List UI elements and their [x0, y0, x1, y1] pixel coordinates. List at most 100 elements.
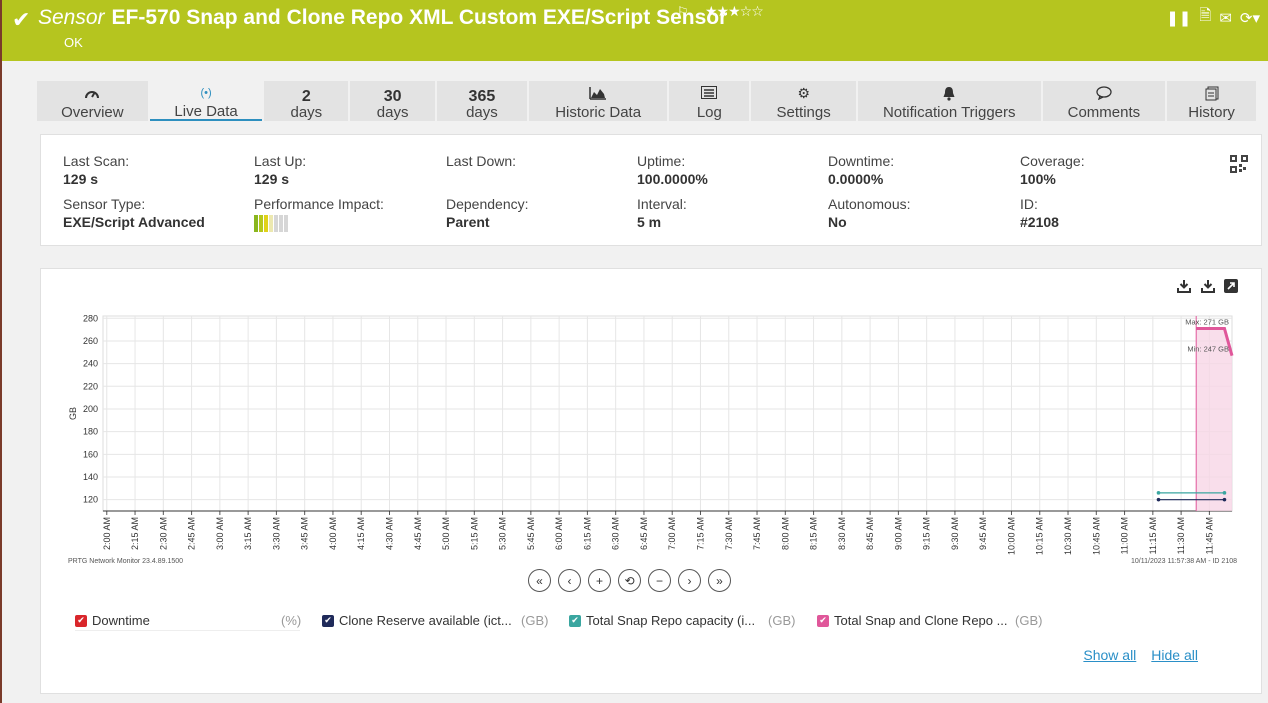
tab-bar: Overview (•) Live Data 2 days 30 days 36…	[37, 81, 1256, 121]
legend-item-snap-repo[interactable]: ✔ Total Snap Repo capacity (i...	[569, 613, 755, 628]
dependency-field: Dependency: Parent	[446, 196, 529, 230]
field-value[interactable]: #2108	[1020, 214, 1059, 230]
series-area-snap-clone-repo	[1196, 328, 1232, 511]
tab-comments[interactable]: Comments	[1042, 81, 1166, 121]
field-label: Last Down:	[446, 153, 517, 169]
impact-segment	[259, 215, 263, 232]
x-tick-label: 3:00 AM	[215, 517, 225, 550]
data-point	[1156, 491, 1161, 495]
field-label: Dependency:	[446, 196, 529, 212]
field-value: 100.0000%	[637, 171, 708, 187]
x-tick-label: 2:15 AM	[130, 517, 140, 550]
y-tick-label: 200	[83, 404, 98, 414]
legend-label: Total Snap and Clone Repo ...	[834, 613, 1008, 628]
tab-log[interactable]: Log	[669, 81, 750, 121]
tab-notification-triggers[interactable]: Notification Triggers	[857, 81, 1041, 121]
step-forward-button[interactable]: ›	[678, 569, 701, 592]
x-tick-label: 10:00 AM	[1006, 517, 1016, 555]
field-label: Last Up:	[254, 153, 307, 169]
field-label: Performance Impact:	[254, 196, 384, 212]
tab-historic-data[interactable]: Historic Data	[528, 81, 668, 121]
field-label: Downtime:	[828, 153, 895, 169]
reset-zoom-button[interactable]: ⟲	[618, 569, 641, 592]
performance-impact-bar	[254, 215, 384, 232]
x-tick-label: 6:45 AM	[639, 517, 649, 550]
comment-icon	[1043, 86, 1166, 102]
tab-live-data[interactable]: (•) Live Data	[149, 81, 263, 121]
qr-code-icon[interactable]	[1230, 155, 1248, 173]
legend-item-snap-clone-repo[interactable]: ✔ Total Snap and Clone Repo ...	[817, 613, 1007, 628]
x-tick-label: 7:15 AM	[695, 517, 705, 550]
tab-label: Comments	[1067, 104, 1141, 121]
x-tick-label: 9:45 AM	[978, 517, 988, 550]
gear-icon: ⚙	[797, 85, 810, 101]
x-tick-label: 8:45 AM	[865, 517, 875, 550]
last-down-field: Last Down:	[446, 153, 516, 171]
flag-icon[interactable]: ⚐	[677, 4, 689, 20]
x-tick-label: 9:00 AM	[893, 517, 903, 550]
legend-item-clone-reserve[interactable]: ✔ Clone Reserve available (ict...	[322, 613, 512, 628]
mail-icon[interactable]: ✉	[1219, 9, 1232, 27]
checkbox-checked-icon[interactable]: ✔	[569, 614, 581, 627]
field-value: 100%	[1020, 171, 1056, 187]
step-back-button[interactable]: ‹	[558, 569, 581, 592]
legend-item-downtime[interactable]: ✔ Downtime	[75, 613, 150, 628]
data-point	[1222, 491, 1227, 495]
y-tick-label: 260	[83, 336, 98, 346]
page-title: Sensor EF-570 Snap and Clone Repo XML Cus…	[38, 6, 727, 30]
priority-stars[interactable]: ★★★☆☆	[705, 3, 764, 20]
log-icon	[669, 86, 749, 101]
x-tick-label: 11:00 AM	[1120, 517, 1130, 554]
live-data-chart-panel: 120 140 160 180 200 220 240 260 280 GB 2:00 AM 2:15…	[40, 268, 1262, 694]
sensor-name[interactable]: EF-570 Snap and Clone Repo XML Custom EX…	[112, 6, 728, 29]
tab-2-days[interactable]: 2 days	[264, 81, 349, 121]
field-value: No	[828, 214, 847, 230]
x-tick-label: 6:30 AM	[611, 517, 621, 550]
field-value: 129 s	[254, 171, 290, 187]
zoom-out-button[interactable]: −	[648, 569, 671, 592]
checkbox-checked-icon[interactable]: ✔	[322, 614, 334, 627]
x-tick-label: 8:30 AM	[837, 517, 847, 550]
max-annotation: Max: 271 GB	[1185, 317, 1229, 326]
tab-30-days[interactable]: 30 days	[350, 81, 436, 121]
jump-start-button[interactable]: «	[528, 569, 551, 592]
tab-settings[interactable]: ⚙ Settings	[751, 81, 856, 121]
field-value: 5 m	[637, 214, 662, 230]
tab-history[interactable]: History	[1167, 81, 1256, 121]
hide-all-link[interactable]: Hide all	[1151, 647, 1198, 663]
x-tick-label: 11:30 AM	[1176, 517, 1186, 554]
y-tick-label: 120	[83, 495, 98, 505]
checkbox-checked-icon[interactable]: ✔	[817, 614, 829, 627]
field-label: ID:	[1020, 196, 1038, 212]
jump-end-button[interactable]: »	[708, 569, 731, 592]
y-tick-label: 240	[83, 359, 98, 369]
legend-label: Clone Reserve available (ict...	[339, 613, 512, 628]
add-document-icon[interactable]: 🗎	[1199, 5, 1211, 30]
tab-overview[interactable]: Overview	[37, 81, 148, 121]
bell-icon	[858, 86, 1041, 103]
tab-label: days	[376, 104, 409, 121]
y-tick-label: 180	[83, 427, 98, 437]
pause-icon[interactable]: ❚❚	[1166, 9, 1191, 27]
impact-segment	[269, 215, 273, 232]
sensor-info-panel: Last Scan: 129 s Last Up: 129 s Last Dow…	[40, 134, 1262, 246]
zoom-in-button[interactable]: +	[588, 569, 611, 592]
chart-footer-version: PRTG Network Monitor 23.4.89.1500	[68, 558, 183, 565]
header-actions: ❚❚ 🗎 ✉ ⟳▾	[1166, 5, 1260, 30]
x-tick-label: 10:45 AM	[1091, 517, 1101, 555]
sensor-header: ✔ Sensor EF-570 Snap and Clone Repo XML C…	[2, 0, 1268, 61]
legend-unit: (GB)	[768, 613, 796, 628]
show-all-link[interactable]: Show all	[1083, 647, 1136, 663]
plot-area	[102, 315, 1233, 512]
x-tick-label: 11:15 AM	[1148, 517, 1158, 554]
refresh-icon[interactable]: ⟳▾	[1240, 9, 1260, 27]
tab-365-days[interactable]: 365 days	[437, 81, 527, 121]
broadcast-icon: (•)	[200, 87, 212, 99]
line-chart[interactable]: 120 140 160 180 200 220 240 260 280 GB 2:00 AM 2:15…	[41, 269, 1241, 569]
chart-footer-timestamp: 10/11/2023 11:57:38 AM - ID 2108	[1131, 558, 1237, 565]
x-tick-label: 6:00 AM	[554, 517, 564, 550]
checkbox-checked-icon[interactable]: ✔	[75, 614, 87, 627]
impact-segment	[254, 215, 258, 232]
tab-label: Log	[696, 104, 722, 121]
performance-impact-field: Performance Impact:	[254, 196, 384, 232]
